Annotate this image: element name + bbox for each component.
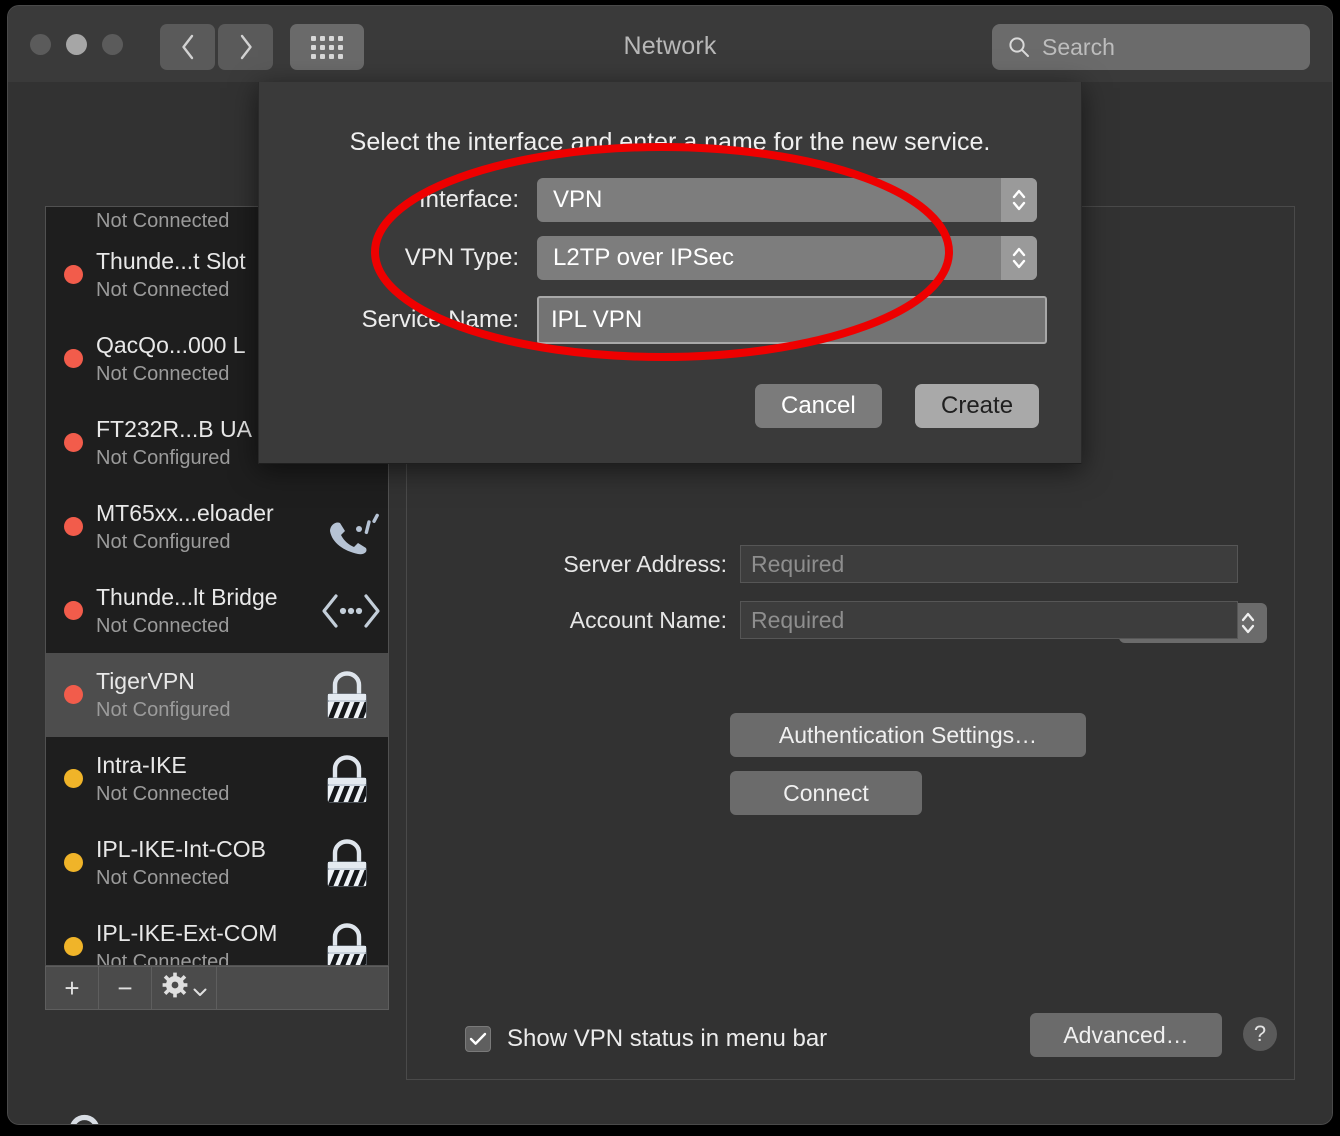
show-vpn-status-checkbox[interactable] bbox=[465, 1026, 491, 1052]
service-name-input[interactable]: IPL VPN bbox=[537, 296, 1047, 344]
sheet-title: Select the interface and enter a name fo… bbox=[349, 128, 991, 156]
window-bottom-bar: Click the lock to prevent further change… bbox=[8, 1092, 1332, 1124]
cancel-button[interactable]: Cancel bbox=[755, 384, 882, 428]
server-address-input[interactable]: Required bbox=[740, 545, 1238, 583]
status-bullet-red bbox=[64, 517, 83, 536]
lock-icon bbox=[320, 753, 376, 805]
window-titlebar: Network Search bbox=[8, 6, 1332, 83]
status-bullet-red bbox=[64, 349, 83, 368]
service-name-label: Service Name: bbox=[361, 306, 519, 333]
lock-icon bbox=[320, 669, 376, 721]
interface-popup-button[interactable]: VPN bbox=[537, 178, 1037, 222]
account-name-label: Account Name: bbox=[569, 606, 727, 633]
screen-root: Network Search Not Connected Thunde...t … bbox=[0, 0, 1340, 1136]
add-service-button[interactable]: + bbox=[46, 967, 99, 1009]
remove-service-button[interactable]: − bbox=[99, 967, 152, 1009]
status-bullet-yellow bbox=[64, 853, 83, 872]
list-item[interactable]: IPL-IKE-Int-COB Not Connected bbox=[46, 821, 388, 905]
server-address-label: Server Address: bbox=[563, 550, 727, 577]
account-name-input[interactable]: Required bbox=[740, 601, 1238, 639]
vpn-type-row: VPN Type: L2TP over IPSec bbox=[291, 236, 1037, 280]
preferences-content: Not Connected Thunde...t Slot Not Connec… bbox=[8, 82, 1332, 1124]
advanced-button[interactable]: Advanced… bbox=[1030, 1013, 1222, 1057]
chevron-down-icon bbox=[193, 973, 207, 1004]
connect-button[interactable]: Connect bbox=[730, 771, 922, 815]
gear-icon bbox=[162, 972, 188, 1005]
search-field[interactable]: Search bbox=[992, 24, 1310, 70]
interface-label: Interface: bbox=[418, 186, 519, 213]
interface-value: VPN bbox=[553, 186, 603, 213]
vpn-type-popup-button[interactable]: L2TP over IPSec bbox=[537, 236, 1037, 280]
stepper-arrows-icon bbox=[1001, 178, 1037, 222]
toolbar-filler bbox=[217, 967, 388, 1009]
search-placeholder: Search bbox=[1042, 33, 1115, 60]
help-button[interactable]: ? bbox=[1243, 1017, 1277, 1051]
new-service-sheet: Select the interface and enter a name fo… bbox=[258, 82, 1082, 464]
service-name-row: Service Name: IPL VPN bbox=[291, 296, 1047, 344]
phone-icon bbox=[320, 501, 379, 555]
network-preferences-window: Network Search Not Connected Thunde...t … bbox=[8, 6, 1332, 1124]
vpn-type-label: VPN Type: bbox=[404, 244, 519, 271]
status-bullet-red bbox=[64, 601, 83, 620]
lock-icon bbox=[320, 837, 376, 889]
search-icon bbox=[1008, 36, 1030, 58]
status-bullet-yellow bbox=[64, 937, 83, 956]
list-item[interactable]: Intra-IKE Not Connected bbox=[46, 737, 388, 821]
create-button[interactable]: Create bbox=[915, 384, 1040, 428]
services-list-toolbar: + − bbox=[45, 966, 389, 1010]
interface-row: Interface: VPN bbox=[291, 178, 1037, 222]
account-name-row: Account Name: Required bbox=[407, 601, 1294, 639]
list-item[interactable]: MT65xx...eloader Not Configured bbox=[46, 485, 388, 569]
status-bullet-red bbox=[64, 433, 83, 452]
lock-icon bbox=[320, 921, 376, 965]
vpn-type-value: L2TP over IPSec bbox=[553, 244, 734, 271]
status-bullet-red bbox=[64, 685, 83, 704]
status-bullet-red bbox=[64, 265, 83, 284]
authentication-settings-button[interactable]: Authentication Settings… bbox=[730, 713, 1086, 757]
stepper-arrows-icon bbox=[1001, 236, 1037, 280]
padlock-open-icon[interactable] bbox=[54, 1112, 108, 1124]
show-vpn-status-label: Show VPN status in menu bar bbox=[507, 1025, 828, 1052]
show-vpn-status-row[interactable]: Show VPN status in menu bar bbox=[465, 1025, 827, 1053]
list-item-tigervpn[interactable]: TigerVPN Not Configured bbox=[46, 653, 388, 737]
list-item[interactable]: Thunde...lt Bridge Not Connected bbox=[46, 569, 388, 653]
list-item[interactable]: IPL-IKE-Ext-COM Not Connected bbox=[46, 905, 388, 965]
server-address-row: Server Address: Required bbox=[407, 545, 1294, 583]
status-bullet-yellow bbox=[64, 769, 83, 788]
bridge-icon bbox=[320, 585, 380, 637]
services-action-menu-button[interactable] bbox=[152, 967, 217, 1009]
